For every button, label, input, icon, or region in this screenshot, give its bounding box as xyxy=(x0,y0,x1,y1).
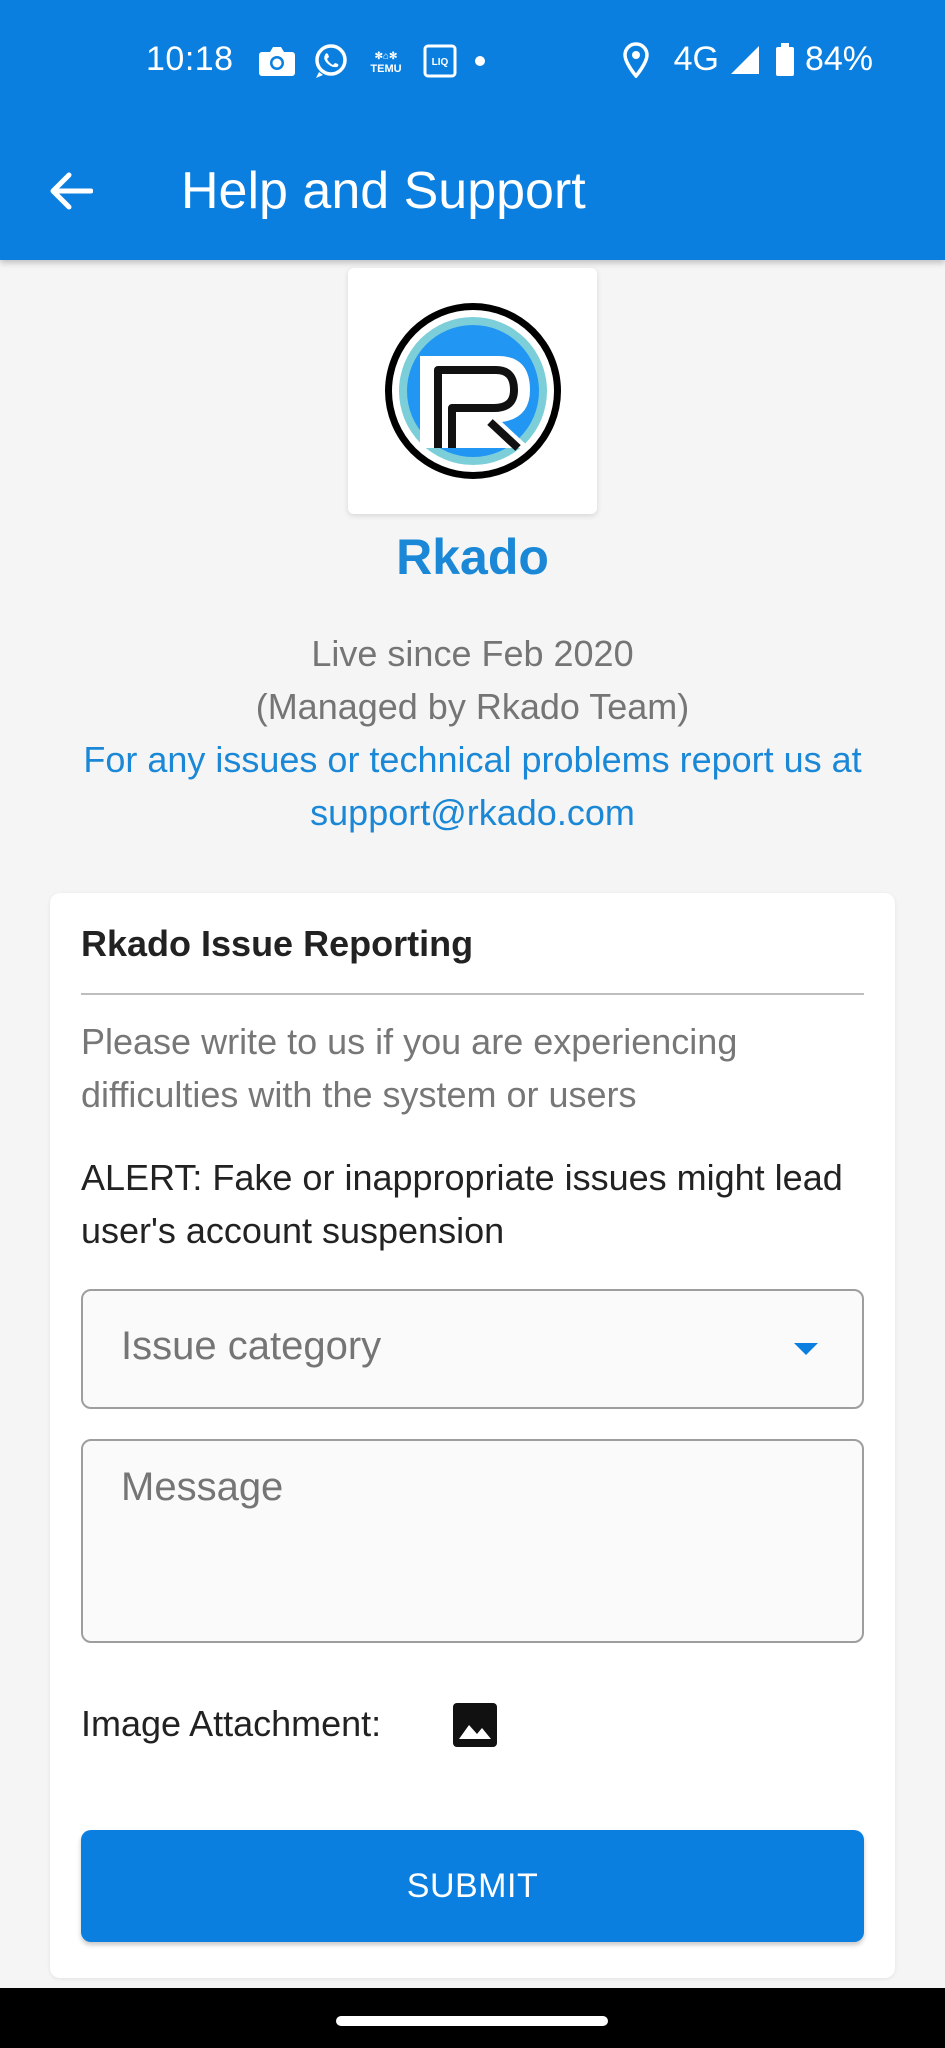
svg-text:LIQ: LIQ xyxy=(432,57,449,68)
svg-text:TEMU: TEMU xyxy=(370,63,401,75)
location-icon xyxy=(622,41,650,78)
app-header: 10:18 ✻⌂✻ TEMU LIQ 4G 84% Help and Suppo… xyxy=(0,0,945,260)
temu-icon: ✻⌂✻ TEMU xyxy=(366,45,406,77)
support-info-text: For any issues or technical problems rep… xyxy=(83,739,862,780)
managed-by-text: (Managed by Rkado Team) xyxy=(255,686,690,727)
camera-icon xyxy=(258,45,296,77)
status-time: 10:18 xyxy=(146,40,234,78)
issue-category-dropdown[interactable]: Issue category xyxy=(81,1289,864,1409)
image-attachment-label: Image Attachment: xyxy=(81,1703,382,1744)
app-logo-card xyxy=(348,268,597,514)
back-button[interactable] xyxy=(40,160,102,222)
battery-icon xyxy=(775,42,795,77)
page-title: Help and Support xyxy=(181,162,586,220)
image-icon xyxy=(453,1703,497,1747)
status-system-icons: 4G 84% xyxy=(622,40,873,79)
dropdown-arrow-icon xyxy=(794,1343,818,1355)
battery-percentage: 84% xyxy=(804,40,873,78)
form-description: Please write to us if you are experienci… xyxy=(81,1021,738,1115)
rkado-logo-icon xyxy=(384,303,561,479)
network-type: 4G xyxy=(673,40,719,78)
svg-text:✻⌂✻: ✻⌂✻ xyxy=(375,51,398,62)
submit-button[interactable]: SUBMIT xyxy=(81,1830,864,1942)
whatsapp-icon xyxy=(312,42,350,80)
support-email-link[interactable]: support@rkado.com xyxy=(0,792,945,834)
image-attachment-button[interactable] xyxy=(447,1697,503,1753)
divider xyxy=(81,993,864,995)
status-notification-icons: ✻⌂✻ TEMU LIQ xyxy=(258,42,502,80)
alert-text: ALERT: Fake or inappropriate issues migh… xyxy=(81,1157,843,1251)
message-input[interactable]: Message xyxy=(81,1439,864,1643)
form-title: Rkado Issue Reporting xyxy=(81,923,474,964)
issue-category-placeholder: Issue category xyxy=(121,1324,382,1368)
arrow-back-icon xyxy=(50,172,93,210)
home-gesture-handle[interactable] xyxy=(336,2016,608,2026)
brand-name: Rkado xyxy=(396,529,549,585)
live-since-text: Live since Feb 2020 xyxy=(311,633,634,674)
notification-dot-icon xyxy=(474,55,486,67)
liq-icon: LIQ xyxy=(422,43,458,79)
signal-icon xyxy=(729,44,761,76)
message-placeholder: Message xyxy=(121,1465,284,1509)
system-navigation-bar xyxy=(0,1988,945,2048)
issue-report-card: Rkado Issue Reporting Please write to us… xyxy=(50,893,895,1978)
